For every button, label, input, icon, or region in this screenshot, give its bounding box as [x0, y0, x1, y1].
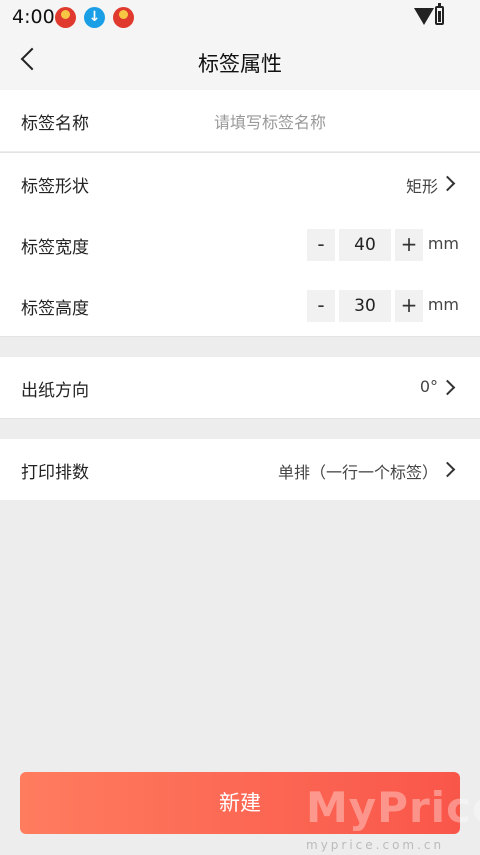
- paper-direction-row[interactable]: 出纸方向 0°: [0, 357, 480, 418]
- watermark-url: myprice.com.cn: [306, 838, 445, 852]
- label-shape-value: 矩形: [405, 177, 438, 196]
- divider: [0, 336, 480, 337]
- width-decrement-button[interactable]: -: [307, 229, 335, 261]
- width-unit: mm: [427, 234, 459, 253]
- chevron-right-icon: [439, 379, 456, 396]
- paper-direction-label: 出纸方向: [21, 381, 89, 401]
- app-notification-icon: [55, 7, 76, 28]
- label-name-input[interactable]: [212, 106, 456, 138]
- status-time: 4:00: [12, 6, 55, 28]
- height-value[interactable]: 30: [339, 290, 391, 322]
- height-stepper: - 30 +: [307, 290, 423, 322]
- label-name-row: 标签名称: [0, 90, 480, 151]
- download-notification-icon: [84, 7, 105, 28]
- width-stepper: - 40 +: [307, 229, 423, 261]
- height-decrement-button[interactable]: -: [307, 290, 335, 322]
- header: 标签属性: [0, 34, 480, 90]
- label-width-label: 标签宽度: [21, 238, 89, 258]
- page-title: 标签属性: [198, 52, 282, 76]
- label-width-row: 标签宽度 - 40 + mm: [0, 214, 480, 275]
- print-rows-row[interactable]: 打印排数 单排（一行一个标签）: [0, 439, 480, 500]
- height-unit: mm: [427, 295, 459, 314]
- print-rows-value: 单排（一行一个标签）: [277, 463, 438, 482]
- label-height-row: 标签高度 - 30 + mm: [0, 275, 480, 336]
- label-height-label: 标签高度: [21, 299, 89, 319]
- chevron-right-icon: [439, 461, 456, 478]
- paper-direction-value: 0°: [419, 377, 438, 396]
- height-increment-button[interactable]: +: [395, 290, 423, 322]
- battery-icon: [435, 3, 444, 25]
- watermark-logo: MyPrice: [306, 783, 480, 832]
- label-shape-label: 标签形状: [21, 177, 89, 197]
- label-name-label: 标签名称: [21, 114, 89, 134]
- label-shape-row[interactable]: 标签形状 矩形: [0, 153, 480, 214]
- width-increment-button[interactable]: +: [395, 229, 423, 261]
- chevron-right-icon: [439, 175, 456, 192]
- status-bar: 4:00: [0, 0, 480, 34]
- width-value[interactable]: 40: [339, 229, 391, 261]
- app-notification-icon: [113, 7, 134, 28]
- print-rows-label: 打印排数: [21, 463, 89, 483]
- divider: [0, 418, 480, 419]
- wifi-icon: [414, 8, 434, 25]
